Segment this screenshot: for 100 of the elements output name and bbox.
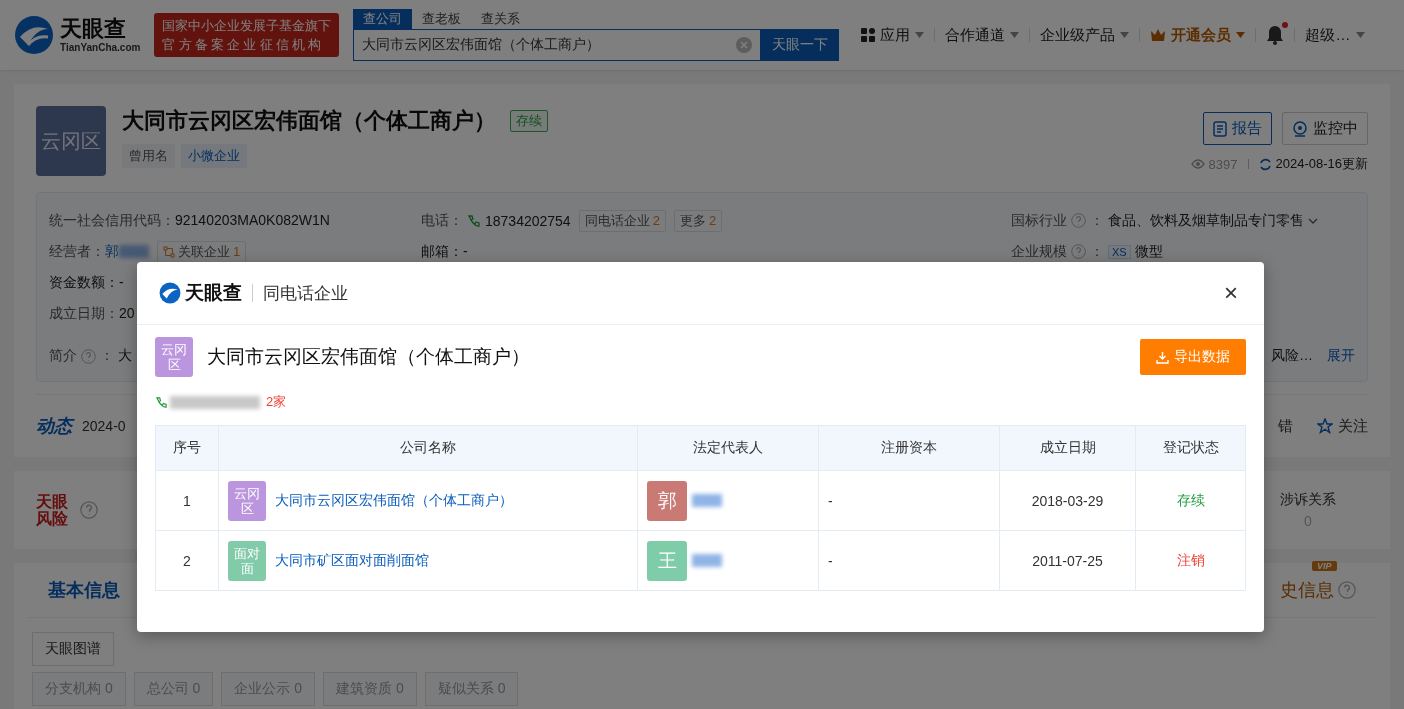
news-date: 2024-0 xyxy=(82,418,126,434)
table-cell: 2011-07-25 xyxy=(999,530,1136,591)
field-value: 食品、饮料及烟草制品专门零售 xyxy=(1108,211,1304,230)
nav-menu[interactable]: 应用 xyxy=(880,25,911,45)
action-link[interactable]: 错 xyxy=(1278,416,1293,436)
close-button[interactable]: × xyxy=(1220,279,1242,307)
vip-badge: VIP xyxy=(1312,561,1337,571)
logo-url: TianYanCha.com xyxy=(60,41,141,53)
refresh-icon[interactable] xyxy=(1258,157,1272,171)
logo-icon xyxy=(159,282,181,304)
redaction-blur xyxy=(692,494,722,507)
update-date: 2024-08-16更新 xyxy=(1275,155,1368,173)
column-header: 成立日期 xyxy=(999,425,1136,471)
field-value: 微型 xyxy=(1134,242,1163,261)
crown-icon xyxy=(1150,28,1167,42)
nav-menu[interactable]: 企业级产品 xyxy=(1040,25,1116,45)
eye-icon xyxy=(1190,159,1205,169)
logo-icon xyxy=(14,15,54,55)
link-chip[interactable]: 更多 2 xyxy=(673,209,723,232)
field-text: 邮箱：- xyxy=(421,242,468,261)
monitor-button[interactable]: 监控中 xyxy=(1282,112,1368,145)
company-link[interactable]: 大同市云冈区宏伟面馆（个体工商户） xyxy=(275,491,513,510)
field-label: 简介 xyxy=(49,347,77,365)
company-count: 2家 xyxy=(266,393,287,411)
intro-text: 大 xyxy=(118,347,132,365)
caret-icon xyxy=(1010,32,1020,38)
help-icon[interactable] xyxy=(81,348,96,364)
report-button[interactable]: 报告 xyxy=(1203,112,1272,145)
help-icon[interactable] xyxy=(80,501,98,519)
expand-link[interactable]: 展开 xyxy=(1327,347,1355,365)
nav-menu[interactable]: 合作通道 xyxy=(945,25,1006,45)
help-icon[interactable] xyxy=(1071,213,1086,228)
field-text: 资金数额：- xyxy=(49,273,124,292)
field-label: 国标行业 xyxy=(1011,211,1067,230)
person-avatar: 郭 xyxy=(647,480,687,521)
document-icon xyxy=(1213,120,1227,137)
help-icon[interactable] xyxy=(1338,581,1356,599)
bell-icon[interactable] xyxy=(1266,25,1285,45)
nav-menu[interactable]: 开通会员 xyxy=(1171,25,1232,45)
grid-icon xyxy=(861,28,876,42)
company-avatar: 云冈区 xyxy=(155,337,193,377)
column-header: 公司名称 xyxy=(218,425,638,471)
action-link[interactable]: 关注 xyxy=(1338,416,1368,436)
colon: ： xyxy=(100,347,114,365)
column-header: 登记状态 xyxy=(1135,425,1246,471)
redaction-blur xyxy=(692,554,722,567)
clear-icon[interactable] xyxy=(736,37,753,53)
section-tab[interactable]: 基本信息 xyxy=(48,578,120,602)
chevron-icon[interactable] xyxy=(1308,217,1318,224)
dialog-title: 同电话企业 xyxy=(263,282,348,305)
field-text: 统一社会信用代码：92140203MA0K082W1N xyxy=(49,211,330,230)
table-cell: - xyxy=(818,530,1000,591)
user-menu[interactable]: 超级… xyxy=(1305,25,1351,45)
search-button[interactable]: 天眼一下 xyxy=(761,29,840,61)
search-tab[interactable]: 查关系 xyxy=(471,9,531,29)
search-tab[interactable]: 查老板 xyxy=(412,9,472,29)
risk-label: 涉诉关系 xyxy=(1280,491,1336,509)
field-text: 成立日期：20 xyxy=(49,304,135,323)
caret-icon xyxy=(1356,32,1366,38)
company-avatar: 云冈区 xyxy=(36,106,106,176)
company-avatar: 云冈区 xyxy=(228,480,266,521)
help-icon[interactable] xyxy=(1071,244,1086,259)
company-tag[interactable]: 曾用名 xyxy=(122,144,175,168)
caret-icon xyxy=(1120,32,1130,38)
table-cell: 2018-03-29 xyxy=(999,470,1136,531)
size-badge: XS xyxy=(1108,244,1131,259)
company-tag[interactable]: 小微企业 xyxy=(181,144,247,168)
company-name: 大同市云冈区宏伟面馆（个体工商户） xyxy=(122,107,496,135)
logo-name: 天眼查 xyxy=(60,17,127,42)
caret-icon xyxy=(1236,32,1246,38)
person-avatar: 王 xyxy=(647,540,687,581)
download-icon xyxy=(1156,350,1169,364)
status-text: 注销 xyxy=(1135,530,1246,591)
caret-icon xyxy=(915,32,925,38)
search-tab[interactable]: 查公司 xyxy=(353,9,413,29)
company-name: 大同市云冈区宏伟面馆（个体工商户） xyxy=(207,345,530,369)
table-cell: - xyxy=(818,470,1000,531)
column-header: 注册资本 xyxy=(818,425,1000,471)
camera-icon xyxy=(1292,120,1308,137)
column-header: 法定代表人 xyxy=(637,425,819,471)
field-value: 18734202754 xyxy=(485,212,571,229)
section-tab[interactable]: 史信息 xyxy=(1280,578,1334,602)
banner-text: 国家中小企业发展子基金旗下 xyxy=(162,17,332,35)
table-cell: 1 xyxy=(155,470,219,531)
risk-logo: 天眼 风险 xyxy=(36,493,68,527)
export-button[interactable]: 导出数据 xyxy=(1140,339,1246,375)
star-icon xyxy=(1317,418,1333,434)
status-tag: 存续 xyxy=(510,110,548,132)
intro-text: 风险… xyxy=(1271,347,1313,365)
logo-name: 天眼查 xyxy=(185,281,242,305)
table-cell: 2 xyxy=(155,530,219,591)
phone-icon xyxy=(155,395,168,409)
link-chip[interactable]: 同电话企业 2 xyxy=(578,209,666,232)
graph-button[interactable]: 天眼图谱 xyxy=(32,632,114,666)
colon: ： xyxy=(1090,211,1104,230)
banner-text: 官方备案企业征信机构 xyxy=(162,36,326,54)
column-header: 序号 xyxy=(155,425,219,471)
search-field[interactable]: 大同市云冈区宏伟面馆（个体工商户） xyxy=(353,29,762,61)
company-link[interactable]: 大同市矿区面对面削面馆 xyxy=(275,551,429,570)
field-label: 电话： xyxy=(421,211,463,230)
